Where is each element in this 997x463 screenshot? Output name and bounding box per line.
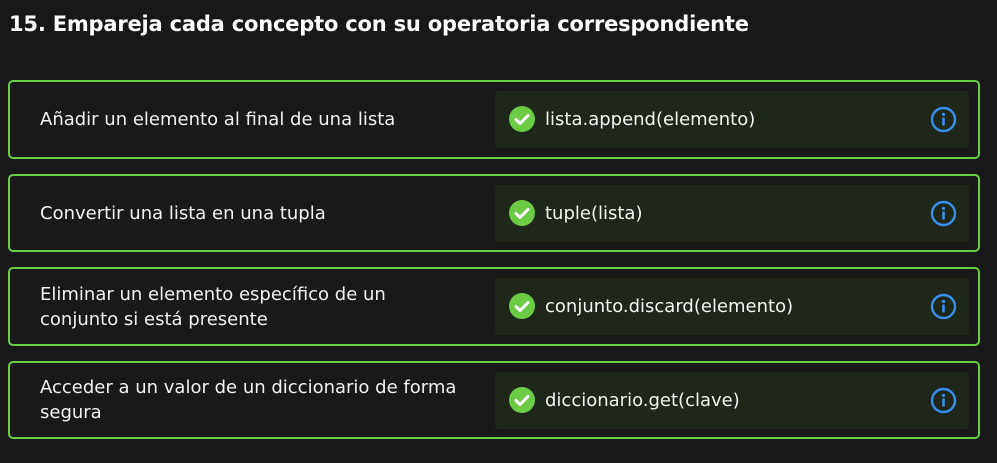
concept-label: Añadir un elemento al final de una lista bbox=[40, 109, 396, 130]
answer-box[interactable]: lista.append(elemento) bbox=[495, 91, 969, 148]
question-page: 15. Empareja cada concepto con su operat… bbox=[0, 0, 997, 463]
concept-label: Acceder a un valor de un diccionario de … bbox=[40, 377, 457, 423]
info-icon[interactable] bbox=[930, 387, 957, 414]
info-icon[interactable] bbox=[930, 106, 957, 133]
answer-label: diccionario.get(clave) bbox=[545, 390, 740, 411]
info-icon[interactable] bbox=[930, 293, 957, 320]
info-icon[interactable] bbox=[930, 200, 957, 227]
match-row: Añadir un elemento al final de una lista… bbox=[8, 80, 980, 159]
answer-box[interactable]: conjunto.discard(elemento) bbox=[495, 278, 969, 335]
answer-box[interactable]: tuple(lista) bbox=[495, 185, 969, 242]
question-title: 15. Empareja cada concepto con su operat… bbox=[9, 12, 749, 36]
answer-box[interactable]: diccionario.get(clave) bbox=[495, 372, 969, 429]
concept-label: Convertir una lista en una tupla bbox=[40, 202, 326, 224]
matching-list: Añadir un elemento al final de una lista… bbox=[8, 80, 980, 454]
match-row: Eliminar un elemento específico de un co… bbox=[8, 267, 980, 346]
check-circle-icon bbox=[509, 200, 535, 226]
check-circle-icon bbox=[509, 387, 535, 413]
concept-label: Eliminar un elemento específico de un co… bbox=[40, 283, 386, 330]
match-row: Acceder a un valor de un diccionario de … bbox=[8, 361, 980, 439]
check-circle-icon bbox=[509, 293, 535, 319]
answer-label: lista.append(elemento) bbox=[545, 109, 756, 130]
match-row: Convertir una lista en una tupla tuple(l… bbox=[8, 174, 980, 252]
answer-label: tuple(lista) bbox=[545, 203, 643, 224]
answer-label: conjunto.discard(elemento) bbox=[545, 296, 794, 317]
check-circle-icon bbox=[509, 106, 535, 132]
